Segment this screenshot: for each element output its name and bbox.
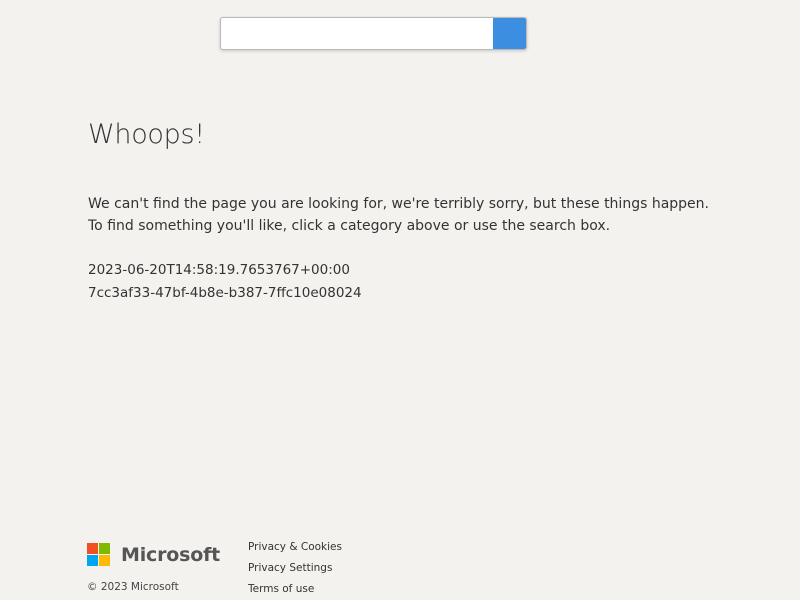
logo-square-red xyxy=(87,543,98,554)
diagnostic-info: 2023-06-20T14:58:19.7653767+00:00 7cc3af… xyxy=(88,259,362,305)
footer-link-item: Terms of use xyxy=(248,581,342,600)
footer-links: Privacy & Cookies Privacy Settings Terms… xyxy=(248,539,342,600)
logo-square-yellow xyxy=(99,555,110,566)
privacy-cookies-link[interactable]: Privacy & Cookies xyxy=(248,541,342,553)
logo-square-blue xyxy=(87,555,98,566)
error-message-line: To find something you'll like, click a c… xyxy=(88,218,611,234)
privacy-settings-link[interactable]: Privacy Settings xyxy=(248,562,332,574)
error-timestamp: 2023-06-20T14:58:19.7653767+00:00 xyxy=(88,262,350,278)
logo-square-green xyxy=(99,543,110,554)
brand-name: Microsoft xyxy=(121,543,221,566)
search-bar xyxy=(220,17,527,50)
page-title: Whoops! xyxy=(88,119,205,150)
search-input[interactable] xyxy=(221,18,493,49)
error-message-line: We can't find the page you are looking f… xyxy=(88,196,709,212)
copyright: © 2023 Microsoft xyxy=(87,581,179,593)
search-button[interactable] xyxy=(493,18,526,49)
microsoft-logo[interactable]: Microsoft xyxy=(87,543,220,566)
footer-link-item: Privacy & Cookies xyxy=(248,539,342,560)
error-message: We can't find the page you are looking f… xyxy=(88,193,709,237)
footer-link-item: Privacy Settings xyxy=(248,560,342,581)
request-id: 7cc3af33-47bf-4b8e-b387-7ffc10e08024 xyxy=(88,285,362,301)
error-page: Whoops! We can't find the page you are l… xyxy=(0,0,800,600)
terms-of-use-link[interactable]: Terms of use xyxy=(248,583,314,595)
microsoft-logo-icon xyxy=(87,543,110,566)
